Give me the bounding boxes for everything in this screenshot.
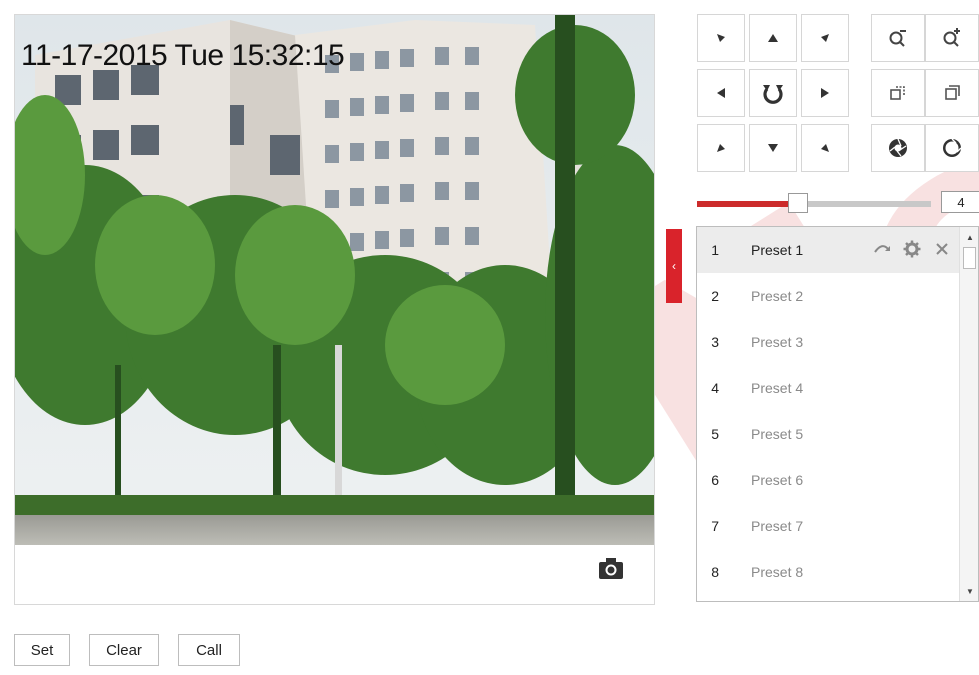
speed-slider-track[interactable] [798,201,931,207]
preset-number: 2 [711,288,719,304]
preset-row[interactable]: 5 Preset 5 [697,411,959,457]
preset-list: 1 Preset 1 2 Preset 2 3 Preset 3 4 Preset 4 5 Pre… [696,226,979,602]
preset-number: 5 [711,426,719,442]
arrow-up-left-icon[interactable] [697,14,745,62]
arrow-down-left-icon[interactable] [697,124,745,172]
arrow-up-right-icon[interactable] [801,14,849,62]
preset-name: Preset 8 [751,564,804,580]
preset-number: 1 [711,242,719,258]
iris-close-icon[interactable] [871,124,925,172]
preset-name: Preset 4 [751,380,804,396]
call-button[interactable]: Call [178,634,240,666]
preset-row[interactable]: 6 Preset 6 [697,457,959,503]
camera-icon[interactable] [598,557,624,581]
collapse-panel-tab[interactable]: ‹ [666,229,682,303]
arrow-down-icon[interactable] [749,124,797,172]
preset-number: 3 [711,334,719,350]
preset-name: Preset 7 [751,518,804,534]
set-button[interactable]: Set [14,634,70,666]
preset-number: 6 [711,472,719,488]
chevron-left-icon: ‹ [672,259,676,273]
preset-row[interactable]: 1 Preset 1 [697,227,959,273]
preset-number: 4 [711,380,719,396]
preset-row-actions [873,240,951,258]
arrow-up-icon[interactable] [749,14,797,62]
preset-name: Preset 1 [751,242,804,258]
zoom-in-icon[interactable] [925,14,979,62]
arrow-down-right-icon[interactable] [801,124,849,172]
scrollbar-thumb[interactable] [963,247,976,269]
focus-far-icon[interactable] [925,69,979,117]
preset-row[interactable]: 2 Preset 2 [697,273,959,319]
preset-row[interactable]: 3 Preset 3 [697,319,959,365]
arrow-left-icon[interactable] [697,69,745,117]
video-feed-image[interactable]: 11-17-2015 Tue 15:32:15 [15,15,654,545]
preset-number: 8 [711,564,719,580]
preset-name: Preset 3 [751,334,804,350]
auto-pan-icon[interactable] [749,69,797,117]
speed-value-box[interactable]: 4 [941,191,979,213]
zoom-out-icon[interactable] [871,14,925,62]
focus-near-icon[interactable] [871,69,925,117]
clear-button[interactable]: Clear [89,634,159,666]
call-preset-icon[interactable] [873,240,891,258]
live-video-panel: 11-17-2015 Tue 15:32:15 [14,14,655,605]
preset-name: Preset 5 [751,426,804,442]
speed-slider-handle[interactable] [788,193,808,213]
preset-name: Preset 6 [751,472,804,488]
iris-open-icon[interactable] [925,124,979,172]
arrow-right-icon[interactable] [801,69,849,117]
preset-number: 7 [711,518,719,534]
osd-timestamp: 11-17-2015 Tue 15:32:15 [21,39,345,72]
preset-list-scrollbar[interactable]: ▲ ▼ [959,227,978,601]
preset-name: Preset 2 [751,288,804,304]
speed-slider-fill [697,201,798,207]
settings-gear-icon[interactable] [903,240,921,258]
delete-icon[interactable] [933,240,951,258]
preset-row[interactable]: 4 Preset 4 [697,365,959,411]
preset-row[interactable]: 7 Preset 7 [697,503,959,549]
scroll-down-icon[interactable]: ▼ [960,583,978,599]
preset-row[interactable]: 8 Preset 8 [697,549,959,595]
scroll-up-icon[interactable]: ▲ [960,229,978,245]
